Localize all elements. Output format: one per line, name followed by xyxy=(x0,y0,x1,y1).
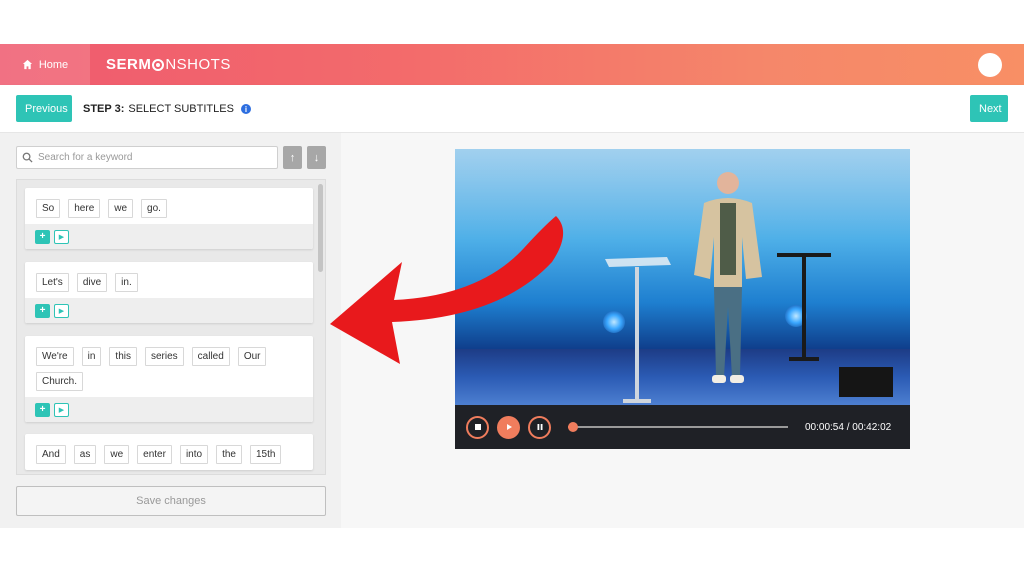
subtitle-word[interactable]: 15th xyxy=(249,445,282,464)
preview-panel: 00:00:54 / 00:42:02 xyxy=(341,133,1024,528)
subtitle-word[interactable]: in xyxy=(81,347,102,366)
app-logo: SERM NSHOTS xyxy=(106,56,231,73)
next-button[interactable]: Next xyxy=(970,95,1008,122)
video-player[interactable]: 00:00:54 / 00:42:02 xyxy=(455,149,910,449)
play-icon xyxy=(506,424,512,430)
step-title: STEP 3: SELECT SUBTITLES i xyxy=(83,103,251,115)
subtitle-word[interactable]: the xyxy=(216,445,242,464)
subtitle-word[interactable]: into xyxy=(179,445,209,464)
subtitle-card: We're in this series called Our Church. … xyxy=(25,336,313,422)
seek-bar-handle[interactable] xyxy=(567,422,578,432)
play-subtitle-button[interactable]: ▶ xyxy=(54,402,69,417)
subtitle-card: So here we go. + ▶ xyxy=(25,188,313,249)
home-icon xyxy=(22,59,32,70)
subtitle-word[interactable]: we xyxy=(104,445,130,464)
side-table-image xyxy=(777,253,831,361)
add-subtitle-button[interactable]: + xyxy=(35,303,50,318)
subtitle-word[interactable]: Let's xyxy=(36,273,69,292)
subtitle-word[interactable]: in. xyxy=(115,273,138,292)
previous-match-button[interactable]: ↑ xyxy=(283,146,302,169)
subtitle-list[interactable]: So here we go. + ▶ Let's dive in. + ▶ We… xyxy=(16,179,326,475)
stage-monitor-image xyxy=(839,367,893,397)
play-subtitle-button[interactable]: ▶ xyxy=(54,303,69,318)
player-controls: 00:00:54 / 00:42:02 xyxy=(455,405,910,449)
step-name: SELECT SUBTITLES xyxy=(128,103,234,115)
next-match-button[interactable]: ↓ xyxy=(307,146,326,169)
total-time: 00:42:02 xyxy=(852,421,892,433)
play-button[interactable] xyxy=(497,415,520,439)
stop-button[interactable] xyxy=(466,415,489,439)
subtitle-card: Let's dive in. + ▶ xyxy=(25,262,313,323)
subtitle-word[interactable]: And xyxy=(36,445,66,464)
subtitle-word[interactable]: Church. xyxy=(36,372,84,391)
top-navigation-bar: Home SERM NSHOTS xyxy=(0,44,1024,85)
user-avatar[interactable] xyxy=(978,53,1002,77)
step-number: STEP 3: xyxy=(83,103,125,115)
video-frame xyxy=(455,149,910,405)
save-changes-button[interactable]: Save changes xyxy=(16,486,326,516)
seek-bar[interactable] xyxy=(567,422,788,432)
subtitle-word[interactable]: series xyxy=(144,347,184,366)
subtitle-word[interactable]: this xyxy=(109,347,137,366)
subtitle-word[interactable]: go. xyxy=(141,199,167,218)
logo-text-right: NSHOTS xyxy=(165,56,231,73)
subtitle-panel: ↑ ↓ So here we go. + ▶ Let's dive in. xyxy=(0,133,341,528)
arrow-up-icon: ↑ xyxy=(289,151,296,164)
search-input[interactable] xyxy=(38,152,258,163)
speaker-image xyxy=(694,172,762,383)
subtitle-word[interactable]: as xyxy=(73,445,97,464)
subtitle-word[interactable]: Our xyxy=(237,347,267,366)
subtitle-word[interactable]: here xyxy=(68,199,101,218)
add-subtitle-button[interactable]: + xyxy=(35,402,50,417)
previous-button[interactable]: Previous xyxy=(16,95,72,122)
subtitle-word[interactable]: enter xyxy=(137,445,172,464)
step-bar: Previous STEP 3: SELECT SUBTITLES i Next xyxy=(0,85,1024,133)
subtitle-card: And as we enter into the 15th xyxy=(25,434,313,470)
subtitle-word[interactable]: We're xyxy=(36,347,74,366)
stop-icon xyxy=(474,424,481,430)
time-display: 00:00:54 / 00:42:02 xyxy=(805,422,891,433)
info-icon[interactable]: i xyxy=(240,104,251,114)
subtitle-word[interactable]: we xyxy=(108,199,134,218)
subtitle-word[interactable]: called xyxy=(191,347,230,366)
subtitle-word[interactable]: So xyxy=(36,199,61,218)
current-time: 00:00:54 xyxy=(805,421,844,433)
play-subtitle-button[interactable]: ▶ xyxy=(54,229,69,244)
home-label: Home xyxy=(38,58,69,71)
logo-text-left: SERM xyxy=(106,56,152,73)
logo-o-mark xyxy=(152,58,165,71)
home-button[interactable]: Home xyxy=(0,44,90,85)
pause-icon xyxy=(537,424,542,430)
arrow-down-icon: ↓ xyxy=(313,151,320,164)
pause-button[interactable] xyxy=(528,415,551,439)
subtitle-word[interactable]: dive xyxy=(76,273,108,292)
search-icon xyxy=(22,152,33,163)
subtitle-list-scrollbar[interactable] xyxy=(318,184,323,272)
add-subtitle-button[interactable]: + xyxy=(35,229,50,244)
podium-image xyxy=(605,257,671,403)
search-field[interactable] xyxy=(16,146,278,169)
